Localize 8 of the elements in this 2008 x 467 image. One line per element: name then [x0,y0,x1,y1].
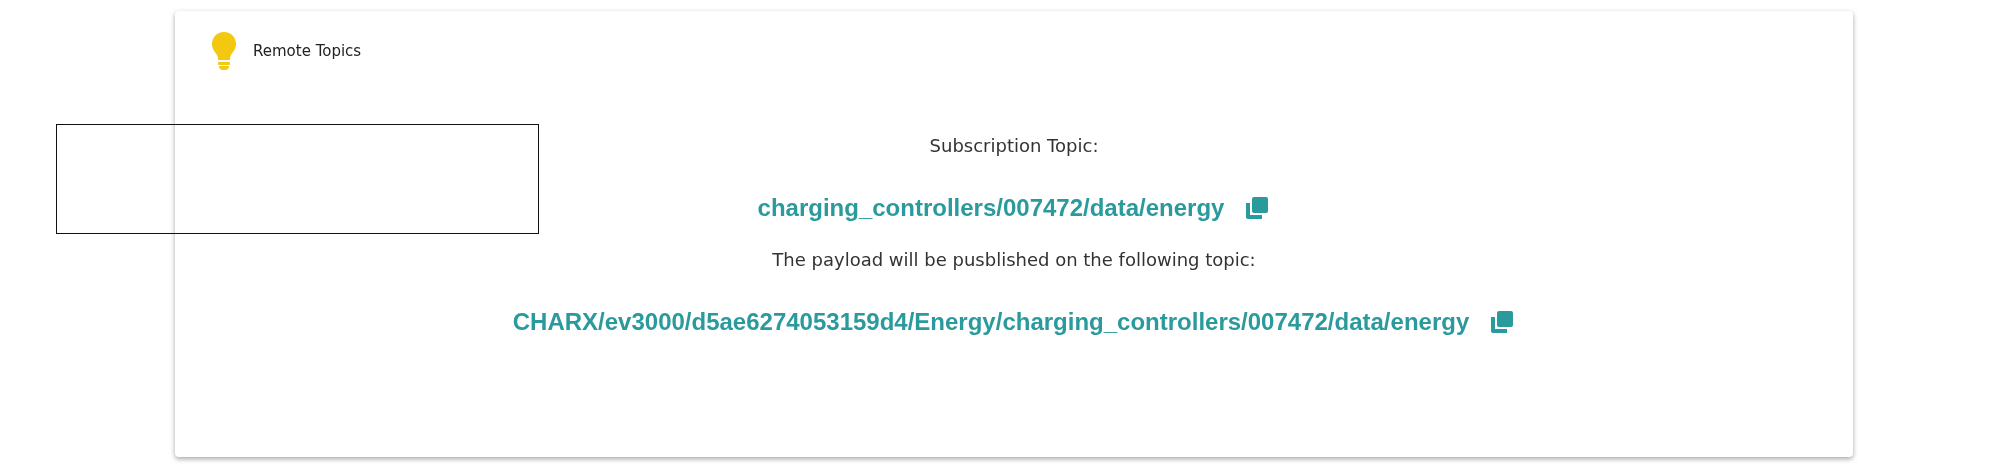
copy-icon[interactable] [1244,195,1271,221]
topic-link[interactable]: charging_controllers/007472/data/energy [757,194,1225,222]
topic-label: Subscription Topic: [929,135,1099,158]
topic-link[interactable]: CHARX/ev3000/d5ae6274053159d4/Energy/charging_controllers/007472/data/energy [512,308,1470,336]
card-title: Remote Topics [253,42,362,60]
lightbulb-icon [211,31,237,71]
copy-icon[interactable] [1489,309,1516,335]
topic-label: The payload will be pusblished on the following topic: [772,249,1256,272]
